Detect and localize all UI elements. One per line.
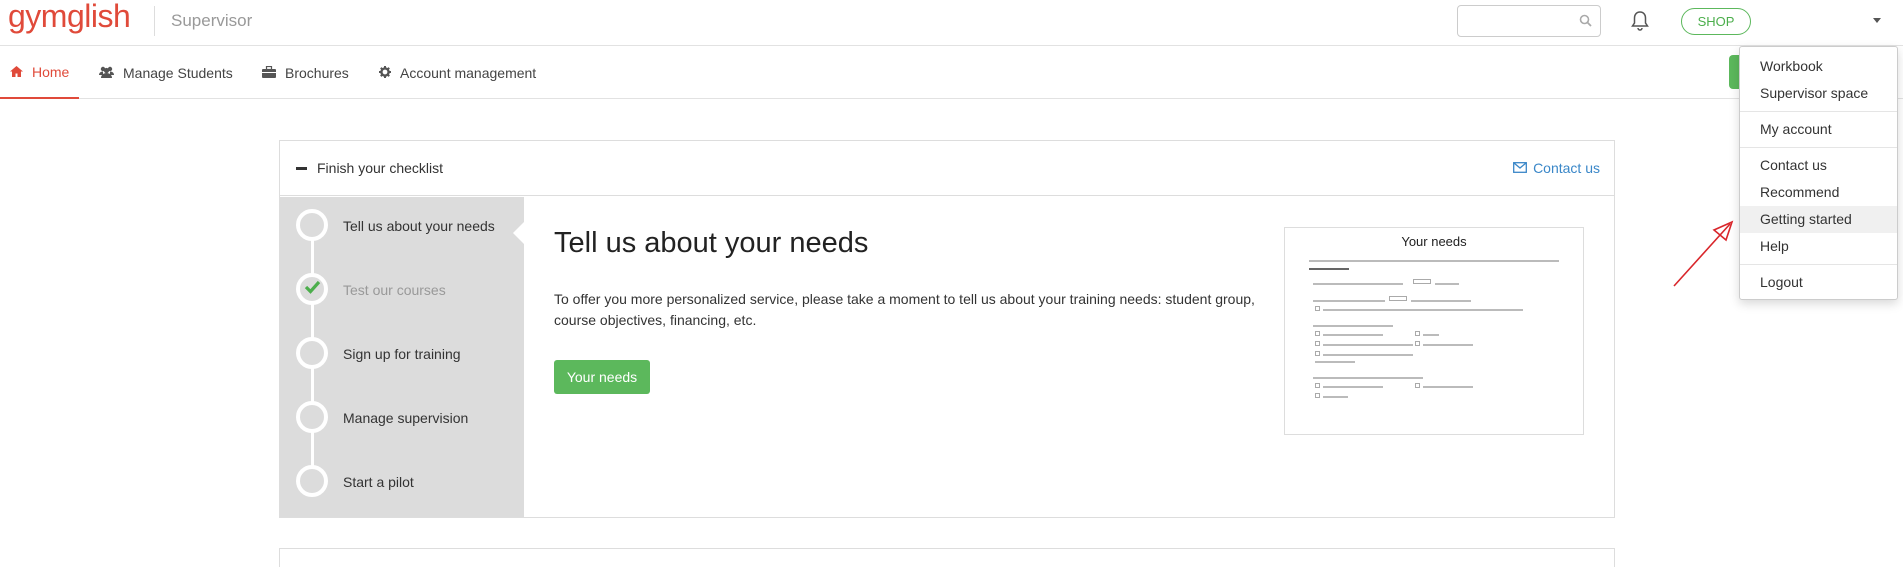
home-icon: [10, 64, 23, 80]
nav-home[interactable]: Home: [0, 47, 79, 99]
menu-item-getting-started[interactable]: Getting started: [1740, 206, 1897, 233]
briefcase-icon: [262, 65, 276, 81]
main-nav: Home Manage Students Brochures Account m…: [0, 47, 1903, 99]
step-circle: [296, 337, 328, 369]
menu-divider: [1740, 147, 1897, 148]
secondary-panel: [279, 548, 1615, 567]
checklist-steps: Tell us about your needs Test our course…: [280, 197, 524, 517]
chevron-down-icon[interactable]: [1873, 18, 1881, 23]
account-dropdown-menu: Workbook Supervisor space My account Con…: [1739, 46, 1898, 300]
menu-item-my-account[interactable]: My account: [1740, 116, 1897, 143]
nav-manage-students-label: Manage Students: [123, 65, 233, 81]
menu-divider: [1740, 111, 1897, 112]
step-tell-us-needs[interactable]: Tell us about your needs: [280, 209, 524, 265]
step-circle: [296, 209, 328, 241]
step-label: Sign up for training: [343, 346, 461, 362]
menu-item-help[interactable]: Help: [1740, 233, 1897, 260]
gear-icon: [379, 65, 391, 81]
users-icon: [99, 65, 114, 81]
menu-item-supervisor-space[interactable]: Supervisor space: [1740, 80, 1897, 107]
menu-item-workbook[interactable]: Workbook: [1740, 53, 1897, 80]
checklist-panel: Finish your checklist Contact us Tell us…: [279, 140, 1615, 518]
shop-button[interactable]: SHOP: [1681, 8, 1751, 35]
active-step-pointer: [513, 222, 524, 244]
step-manage-supervision[interactable]: Manage supervision: [280, 401, 524, 457]
nav-manage-students[interactable]: Manage Students: [99, 47, 233, 99]
checklist-title: Finish your checklist: [317, 160, 444, 176]
nav-brochures[interactable]: Brochures: [262, 47, 349, 99]
step-circle: [296, 465, 328, 497]
app-subtitle: Supervisor: [171, 11, 253, 30]
menu-divider: [1740, 264, 1897, 265]
checklist-header[interactable]: Finish your checklist Contact us: [280, 141, 1614, 196]
preview-title: Your needs: [1401, 234, 1467, 249]
step-circle: [296, 401, 328, 433]
envelope-icon: [1513, 160, 1528, 176]
step-label: Tell us about your needs: [343, 218, 495, 234]
contact-us-link[interactable]: Contact us: [1513, 160, 1600, 176]
step-sign-up-training[interactable]: Sign up for training: [280, 337, 524, 393]
menu-item-logout[interactable]: Logout: [1740, 269, 1897, 296]
checkmark-icon: [304, 280, 321, 299]
nav-home-label: Home: [32, 64, 70, 80]
nav-account-management[interactable]: Account management: [379, 47, 536, 99]
annotation-arrow-icon: [1673, 220, 1734, 287]
step-start-pilot[interactable]: Start a pilot: [280, 465, 524, 521]
menu-item-recommend[interactable]: Recommend: [1740, 179, 1897, 206]
step-label: Manage supervision: [343, 410, 469, 426]
top-bar: gymglish Supervisor SHOP: [0, 0, 1903, 46]
search-input[interactable]: [1457, 5, 1601, 37]
contact-us-label: Contact us: [1533, 160, 1600, 176]
content-description: To offer you more personalized service, …: [554, 291, 1255, 328]
menu-item-contact-us[interactable]: Contact us: [1740, 152, 1897, 179]
nav-account-management-label: Account management: [400, 65, 537, 81]
step-circle: [296, 273, 328, 305]
bell-icon[interactable]: [1630, 10, 1650, 37]
content-title: Tell us about your needs: [554, 227, 869, 259]
collapse-icon[interactable]: [296, 167, 307, 170]
your-needs-button[interactable]: Your needs: [554, 360, 650, 394]
search-icon: [1579, 14, 1592, 32]
logo-divider: [154, 6, 155, 36]
step-test-courses[interactable]: Test our courses: [280, 273, 524, 329]
needs-form-preview: Your needs: [1284, 227, 1584, 435]
step-label: Start a pilot: [343, 474, 414, 490]
logo[interactable]: gymglish: [8, 0, 131, 35]
step-label: Test our courses: [343, 282, 446, 298]
nav-brochures-label: Brochures: [285, 65, 349, 81]
